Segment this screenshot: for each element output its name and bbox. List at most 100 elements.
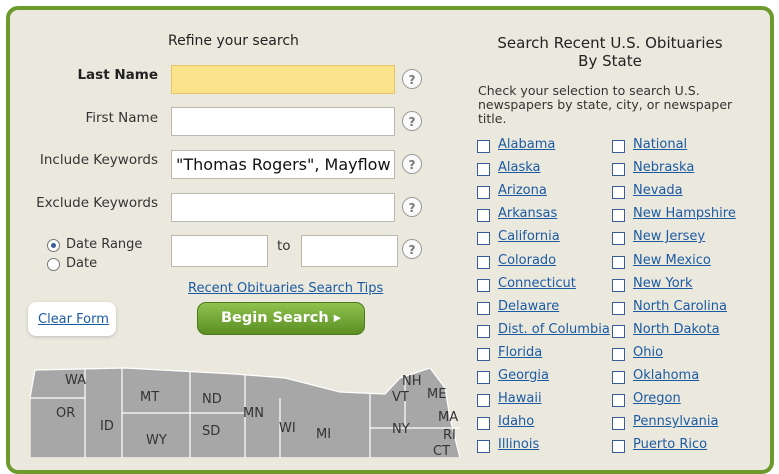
state-checkbox[interactable] [612,140,625,153]
us-map[interactable]: WA MT ND MN OR ID SD WY WI MI NH VT ME M… [30,358,460,458]
state-link[interactable]: Colorado [498,253,556,268]
state-link[interactable]: California [498,229,560,244]
exclude-keywords-input[interactable] [171,193,395,222]
by-state-description: Check your selection to search U.S. news… [478,83,733,126]
state-checkbox[interactable] [477,347,490,361]
clear-form-button[interactable]: Clear Form [28,302,116,336]
last-name-input[interactable] [171,65,395,94]
map-state-label: NY [392,422,410,437]
map-state-label: WY [146,433,167,448]
state-checkbox[interactable] [612,347,625,361]
state-checkbox[interactable] [477,440,490,454]
to-label: to [277,238,291,254]
map-state-label: WA [65,373,86,388]
state-link[interactable]: Oregon [633,391,681,406]
state-link[interactable]: North Carolina [633,299,727,314]
search-tips-link[interactable]: Recent Obituaries Search Tips [188,281,383,296]
state-checkbox[interactable] [477,209,490,223]
state-link[interactable]: Puerto Rico [633,437,707,452]
state-link[interactable]: Arizona [498,183,547,198]
state-link[interactable]: National [633,137,687,152]
state-checkbox[interactable] [477,163,490,177]
state-link[interactable]: Oklahoma [633,368,699,383]
state-link[interactable]: Alaska [498,160,541,175]
state-link[interactable]: New York [633,276,693,291]
state-checkbox[interactable] [612,278,625,292]
map-state-label: VT [392,390,409,405]
state-checkbox[interactable] [612,255,625,269]
state-link[interactable]: Arkansas [498,206,557,221]
include-keywords-label: Include Keywords [39,152,158,168]
by-state-title: Search Recent U.S. Obituaries By State [470,34,750,70]
map-state-label: ND [202,392,222,407]
clear-form-label: Clear Form [38,312,109,327]
state-link[interactable]: Dist. of Columbia [498,322,610,337]
by-state-title-line2: By State [578,52,642,70]
state-checkbox[interactable] [612,324,625,338]
state-link[interactable]: Nebraska [633,160,694,175]
state-checkbox[interactable] [477,140,490,153]
date-range-label: Date Range [66,237,143,252]
map-state-label: CT [433,444,450,458]
state-link[interactable]: New Hampshire [633,206,736,221]
state-checkbox[interactable] [477,278,490,292]
by-state-title-line1: Search Recent U.S. Obituaries [497,34,723,52]
last-name-label: Last Name [77,67,158,83]
help-icon[interactable]: ? [402,69,422,89]
state-checkbox[interactable] [477,186,490,200]
state-link[interactable]: Delaware [498,299,559,314]
date-from-input[interactable] [171,235,268,267]
exclude-keywords-label: Exclude Keywords [36,195,158,211]
state-link[interactable]: Alabama [498,137,555,152]
help-icon[interactable]: ? [402,111,422,131]
state-checkbox[interactable] [612,186,625,200]
state-link[interactable]: Pennsylvania [633,414,718,429]
state-link[interactable]: Hawaii [498,391,542,406]
state-link[interactable]: Illinois [498,437,539,452]
state-checkbox[interactable] [477,371,490,384]
date-range-radio[interactable] [47,239,60,252]
include-keywords-input[interactable]: "Thomas Rogers", Mayflow [171,150,395,179]
map-state-label: ME [427,387,446,402]
state-checkbox[interactable] [612,371,625,384]
state-link[interactable]: Florida [498,345,542,360]
map-state-label: MN [243,406,264,421]
map-state-label: NH [402,374,422,389]
map-state-label: SD [202,424,220,439]
state-link[interactable]: North Dakota [633,322,720,337]
state-checkbox[interactable] [612,417,625,431]
refine-title: Refine your search [168,33,299,49]
date-radio[interactable] [47,258,60,271]
state-checkbox[interactable] [612,301,625,315]
state-link[interactable]: Georgia [498,368,549,383]
state-checkbox[interactable] [477,301,490,315]
map-state-label: MA [438,410,458,425]
map-state-label: ID [100,419,114,434]
date-to-input[interactable] [301,235,398,267]
state-link[interactable]: New Jersey [633,229,705,244]
state-checkbox[interactable] [477,255,490,269]
help-icon[interactable]: ? [402,197,422,217]
first-name-input[interactable] [171,107,395,136]
help-icon[interactable]: ? [402,239,422,259]
state-checkbox[interactable] [477,417,490,431]
state-checkbox[interactable] [612,232,625,246]
state-checkbox[interactable] [612,163,625,177]
state-link[interactable]: New Mexico [633,253,711,268]
state-link[interactable]: Idaho [498,414,534,429]
map-state-label: RI [443,428,456,443]
help-icon[interactable]: ? [402,154,422,174]
map-state-label: OR [56,406,75,421]
state-checkbox[interactable] [477,394,490,408]
state-checkbox[interactable] [612,394,625,408]
state-checkbox[interactable] [612,209,625,223]
state-checkbox[interactable] [477,232,490,246]
state-checkbox[interactable] [477,324,490,338]
state-link[interactable]: Nevada [633,183,683,198]
state-checkbox[interactable] [612,440,625,454]
date-label: Date [66,256,98,271]
begin-search-button[interactable]: Begin Search ▸ [197,302,365,335]
first-name-label: First Name [85,110,158,126]
state-link[interactable]: Ohio [633,345,663,360]
state-link[interactable]: Connecticut [498,276,576,291]
